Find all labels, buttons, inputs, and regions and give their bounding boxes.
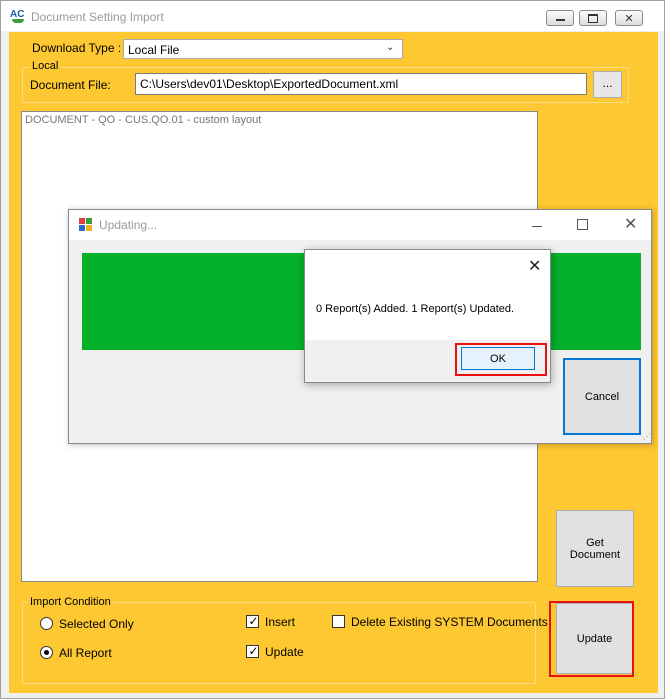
close-button[interactable]: ✕ xyxy=(624,214,637,234)
import-condition-legend: Import Condition xyxy=(28,596,113,608)
minimize-button[interactable] xyxy=(546,10,574,26)
insert-checkbox[interactable]: ✓ xyxy=(246,614,259,628)
close-button[interactable]: ✕ xyxy=(615,10,643,26)
check-icon: ✓ xyxy=(248,644,259,658)
maximize-button[interactable] xyxy=(579,10,607,26)
download-type-value: Local File xyxy=(128,43,180,57)
title-bar: AC Document Setting Import ✕ xyxy=(1,1,664,31)
resize-grip-icon[interactable]: ⋰ xyxy=(643,432,651,441)
delete-existing-checkbox[interactable] xyxy=(332,615,345,628)
maximize-icon xyxy=(580,11,606,25)
message-box: ✕ 0 Report(s) Added. 1 Report(s) Updated… xyxy=(304,249,551,383)
get-document-button[interactable]: Get Document xyxy=(556,510,634,587)
browse-button[interactable]: ... xyxy=(593,71,622,98)
close-icon: ✕ xyxy=(624,216,638,233)
app-logo-icon: AC xyxy=(10,10,26,24)
cancel-button[interactable]: Cancel xyxy=(563,358,641,435)
maximize-button[interactable] xyxy=(577,219,588,230)
selected-only-label: Selected Only xyxy=(59,617,134,631)
all-report-radio[interactable] xyxy=(40,646,53,659)
update-highlight-box xyxy=(549,601,634,677)
insert-label: Insert xyxy=(265,615,296,629)
all-report-label: All Report xyxy=(59,646,112,660)
updating-title-bar: Updating... ✕ xyxy=(69,210,651,240)
download-type-select[interactable]: Local File ⌄ xyxy=(123,39,403,59)
chevron-down-icon: ⌄ xyxy=(386,42,395,53)
document-file-label: Document File: xyxy=(30,78,111,92)
close-icon: ✕ xyxy=(624,12,634,25)
window-app-icon xyxy=(79,218,93,232)
document-file-input[interactable]: C:\Users\dev01\Desktop\ExportedDocument.… xyxy=(135,73,587,95)
window-title: Document Setting Import xyxy=(31,10,164,24)
updating-title: Updating... xyxy=(99,218,158,232)
selected-only-radio[interactable] xyxy=(40,617,53,630)
update-checkbox[interactable]: ✓ xyxy=(246,644,259,658)
close-icon: ✕ xyxy=(528,258,542,275)
list-item[interactable]: DOCUMENT - QO - CUS.QO.01 - custom layou… xyxy=(25,114,261,126)
delete-existing-label: Delete Existing SYSTEM Documents xyxy=(351,615,548,629)
minimize-button[interactable] xyxy=(532,216,542,227)
close-button[interactable]: ✕ xyxy=(528,256,541,276)
local-group-legend: Local xyxy=(30,60,61,72)
message-text: 0 Report(s) Added. 1 Report(s) Updated. xyxy=(316,303,515,315)
minimize-icon xyxy=(532,226,542,227)
check-icon: ✓ xyxy=(248,614,259,628)
ok-highlight-box xyxy=(455,343,547,376)
download-type-label: Download Type : xyxy=(32,41,122,55)
minimize-icon xyxy=(547,11,573,25)
update-label: Update xyxy=(265,645,304,659)
